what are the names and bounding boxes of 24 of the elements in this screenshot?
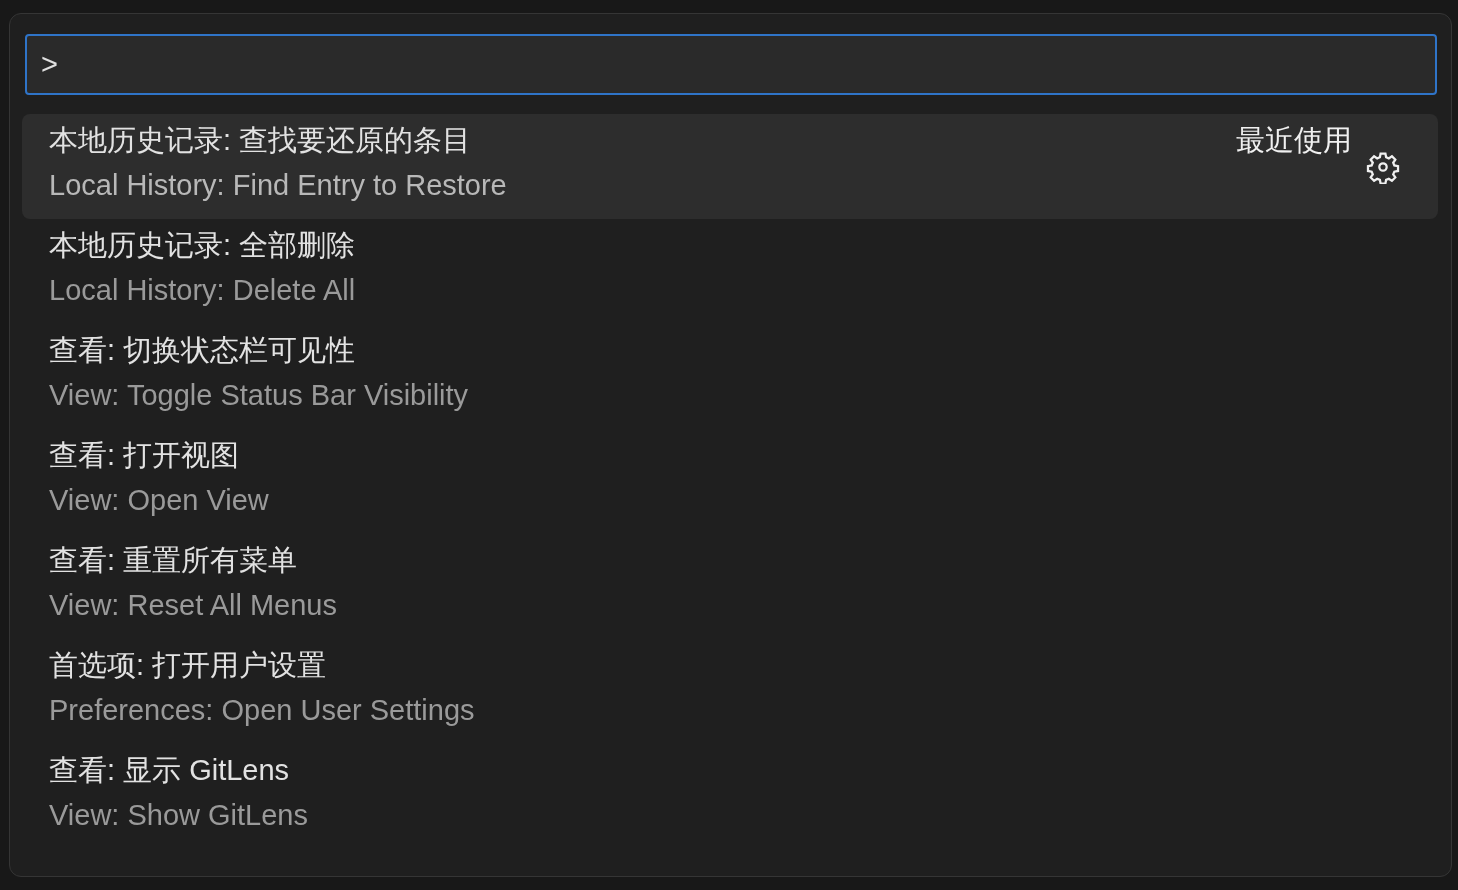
- command-item[interactable]: 查看: 打开视图 View: Open View: [22, 429, 1438, 534]
- command-label: 查看: 切换状态栏可见性: [49, 333, 357, 368]
- command-label: 查看: 显示 GitLens: [49, 753, 291, 788]
- command-label: 本地历史记录: 查找要还原的条目: [49, 123, 473, 158]
- recently-used-label: 最近使用: [1236, 123, 1352, 158]
- command-description: View: Reset All Menus: [49, 588, 338, 623]
- command-description: Local History: Delete All: [49, 273, 357, 308]
- command-label: 查看: 打开视图: [49, 438, 241, 473]
- command-item[interactable]: 本地历史记录: 查找要还原的条目 Local History: Find Entry to Restore 最近使用: [22, 114, 1438, 219]
- command-description: View: Show GitLens: [49, 798, 309, 833]
- command-description: Local History: Find Entry to Restore: [49, 168, 508, 203]
- command-description: Preferences: Open User Settings: [49, 693, 476, 728]
- command-item[interactable]: 查看: 重置所有菜单 View: Reset All Menus: [22, 534, 1438, 639]
- command-description: View: Open View: [49, 483, 270, 518]
- command-label: 查看: 重置所有菜单: [49, 543, 299, 578]
- command-input-field[interactable]: >: [25, 34, 1437, 95]
- command-item[interactable]: 查看: 显示 GitLens View: Show GitLens: [22, 744, 1438, 849]
- settings-icon[interactable]: [1366, 150, 1400, 184]
- command-item[interactable]: 首选项: 打开用户设置 Preferences: Open User Settings: [22, 639, 1438, 744]
- command-label: 首选项: 打开用户设置: [49, 648, 328, 683]
- command-description: View: Toggle Status Bar Visibility: [49, 378, 470, 413]
- command-item[interactable]: 本地历史记录: 全部删除 Local History: Delete All: [22, 219, 1438, 324]
- command-label: 本地历史记录: 全部删除: [49, 228, 357, 263]
- command-item[interactable]: 查看: 切换状态栏可见性 View: Toggle Status Bar Visibility: [22, 324, 1438, 429]
